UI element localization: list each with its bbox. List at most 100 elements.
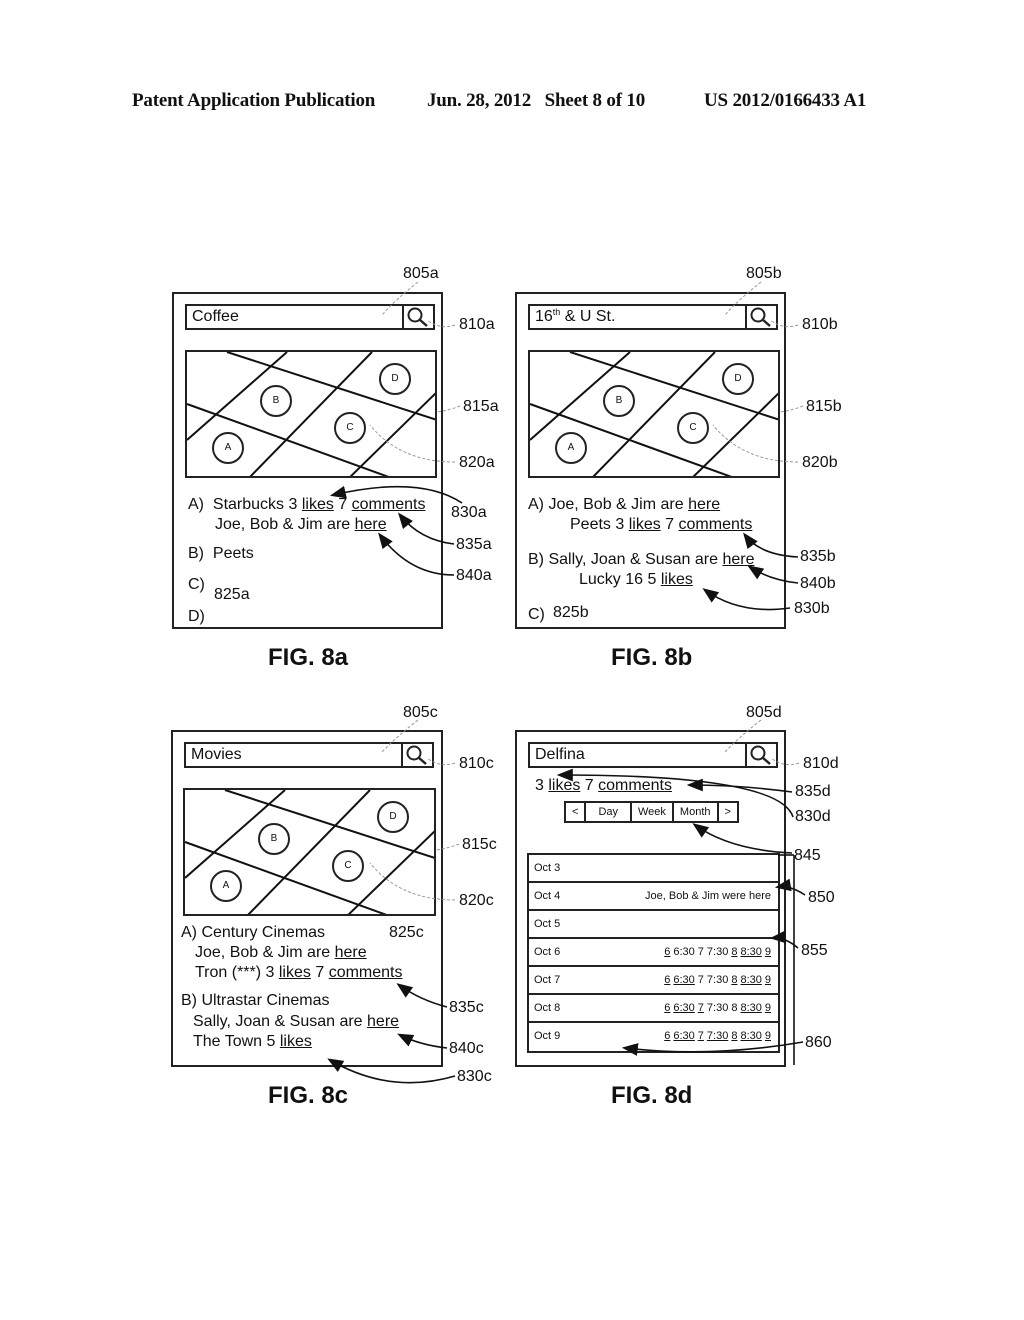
- map-marker-b[interactable]: B: [258, 823, 290, 855]
- showtime-link[interactable]: 6: [664, 1030, 670, 1042]
- showtime-link[interactable]: 6:30: [673, 1002, 694, 1014]
- search-button-8b[interactable]: [745, 306, 776, 328]
- here-link[interactable]: here: [688, 496, 720, 513]
- showtime-link[interactable]: 6:30: [673, 1030, 694, 1042]
- showtime-link[interactable]: 7: [698, 1030, 704, 1042]
- magnifier-icon: [750, 307, 771, 327]
- visit-note: Joe, Bob & Jim were here: [645, 890, 771, 902]
- search-button-8a[interactable]: [402, 306, 433, 328]
- showtime-link[interactable]: 6: [664, 974, 670, 986]
- search-input-8d[interactable]: Delfina: [535, 746, 585, 764]
- showtime-link[interactable]: 8:30: [740, 1030, 761, 1042]
- map-marker-c[interactable]: C: [334, 412, 366, 444]
- showtime-link[interactable]: 9: [765, 1030, 771, 1042]
- result-c-8b[interactable]: C): [528, 606, 545, 624]
- showtime-link[interactable]: 9: [765, 1002, 771, 1014]
- showtime-link[interactable]: 6: [664, 946, 670, 958]
- next-button[interactable]: >: [719, 803, 737, 821]
- map-marker-b[interactable]: B: [260, 385, 292, 417]
- ref-810a: 810a: [459, 316, 495, 333]
- ref-840b: 840b: [800, 575, 836, 592]
- showtime-link[interactable]: 6:30: [673, 974, 694, 986]
- showtime-link[interactable]: 8: [731, 946, 737, 958]
- calendar-date: Oct 7: [534, 974, 561, 986]
- map-marker-a[interactable]: A: [212, 432, 244, 464]
- map-marker-d[interactable]: D: [379, 363, 411, 395]
- ref-825c: 825c: [389, 924, 424, 941]
- comments-link[interactable]: comments: [598, 777, 672, 794]
- calendar-row[interactable]: Oct 5: [529, 911, 778, 939]
- search-bar-8d[interactable]: Delfina: [528, 742, 778, 768]
- showtime-link[interactable]: 6: [664, 1002, 670, 1014]
- here-link[interactable]: here: [335, 944, 367, 961]
- calendar-row[interactable]: Oct 8 6 6:30 7 7:30 8 8:30 9: [529, 995, 778, 1023]
- search-button-8c[interactable]: [401, 744, 432, 766]
- search-input-8b[interactable]: 16th & U St.: [535, 307, 615, 326]
- map-marker-c[interactable]: C: [677, 412, 709, 444]
- ref-820c: 820c: [459, 892, 494, 909]
- prev-button[interactable]: <: [566, 803, 587, 821]
- map-marker-c[interactable]: C: [332, 850, 364, 882]
- map-8b[interactable]: A B C D: [528, 350, 780, 478]
- likes-link[interactable]: likes: [661, 571, 693, 588]
- search-input-8a[interactable]: Coffee: [192, 308, 239, 326]
- magnifier-icon: [750, 745, 771, 765]
- day-view-button[interactable]: Day: [586, 803, 632, 821]
- here-link[interactable]: here: [722, 551, 754, 568]
- result-a-8b: A) Joe, Bob & Jim are here: [528, 496, 721, 513]
- likes-link[interactable]: likes: [548, 777, 580, 794]
- showtime-link[interactable]: 8:30: [740, 946, 761, 958]
- showtime-link[interactable]: 9: [765, 946, 771, 958]
- map-marker-b[interactable]: B: [603, 385, 635, 417]
- showtime-link[interactable]: 8: [731, 974, 737, 986]
- here-link[interactable]: here: [367, 1013, 399, 1030]
- calendar-row[interactable]: Oct 4 Joe, Bob & Jim were here: [529, 883, 778, 911]
- comments-link[interactable]: comments: [329, 964, 403, 981]
- ref-845: 845: [794, 847, 821, 864]
- showtime-link[interactable]: 8:30: [740, 974, 761, 986]
- search-input-8c[interactable]: Movies: [191, 746, 242, 764]
- search-bar-8c[interactable]: Movies: [184, 742, 434, 768]
- showtime-link[interactable]: 7: [698, 1002, 704, 1014]
- ref-835b: 835b: [800, 548, 836, 565]
- map-marker-a[interactable]: A: [555, 432, 587, 464]
- showtime: 7:30: [706, 946, 729, 958]
- result-b-8a[interactable]: B) Peets: [188, 545, 254, 563]
- device-screen-8a: Coffee A B C D A) Starbucks 3 likes 7 co…: [172, 292, 443, 629]
- search-bar-8b[interactable]: 16th & U St.: [528, 304, 778, 330]
- week-view-button[interactable]: Week: [632, 803, 674, 821]
- figure-caption-8d: FIG. 8d: [611, 1082, 693, 1109]
- device-screen-8c: Movies A B C D A) Century Cinemas 825c J…: [171, 730, 443, 1067]
- map-8a[interactable]: A B C D: [185, 350, 437, 478]
- calendar-date: Oct 6: [534, 946, 561, 958]
- result-a-8c[interactable]: A) Century Cinemas: [181, 924, 325, 942]
- likes-link[interactable]: likes: [279, 964, 311, 981]
- search-bar-8a[interactable]: Coffee: [185, 304, 435, 330]
- comments-link[interactable]: comments: [352, 496, 426, 513]
- result-d-8a[interactable]: D): [188, 608, 205, 626]
- month-view-button[interactable]: Month: [674, 803, 719, 821]
- ref-810b: 810b: [802, 316, 838, 333]
- showtime-link[interactable]: 8: [731, 1030, 737, 1042]
- likes-link[interactable]: likes: [280, 1033, 312, 1050]
- showtime-link[interactable]: 8:30: [740, 1002, 761, 1014]
- calendar-row[interactable]: Oct 6 6 6:30 7 7:30 8 8:30 9: [529, 939, 778, 967]
- showtime-link[interactable]: 7:30: [707, 1030, 728, 1042]
- map-marker-a[interactable]: A: [210, 870, 242, 902]
- ref-825a: 825a: [214, 586, 250, 603]
- map-marker-d[interactable]: D: [722, 363, 754, 395]
- showtime: 7: [697, 974, 704, 986]
- calendar-row[interactable]: Oct 7 6 6:30 7 7:30 8 8:30 9: [529, 967, 778, 995]
- result-b-8c[interactable]: B) Ultrastar Cinemas: [181, 992, 329, 1010]
- showtime-link[interactable]: 9: [765, 974, 771, 986]
- likes-link[interactable]: likes: [302, 496, 334, 513]
- search-button-8d[interactable]: [745, 744, 776, 766]
- calendar-row[interactable]: Oct 9 6 6:30 7 7:30 8 8:30 9: [529, 1023, 778, 1051]
- calendar-row[interactable]: Oct 3: [529, 855, 778, 883]
- likes-link[interactable]: likes: [629, 516, 661, 533]
- comments-link[interactable]: comments: [679, 516, 753, 533]
- map-marker-d[interactable]: D: [377, 801, 409, 833]
- result-c-8a[interactable]: C): [188, 576, 205, 594]
- here-link[interactable]: here: [355, 516, 387, 533]
- map-8c[interactable]: A B C D: [183, 788, 436, 916]
